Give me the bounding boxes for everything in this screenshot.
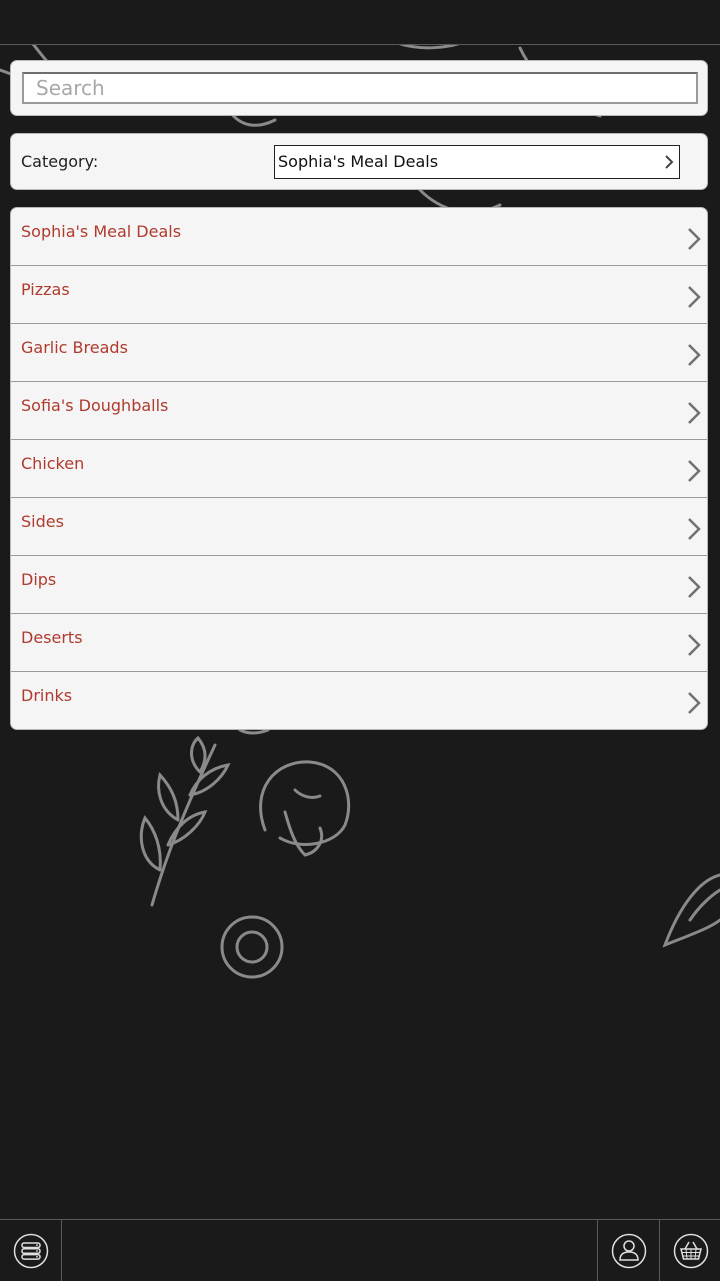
chevron-right-icon xyxy=(688,634,701,656)
basket-icon xyxy=(673,1233,708,1268)
list-item-label: Sophia's Meal Deals xyxy=(21,222,182,241)
chevron-right-icon xyxy=(665,155,674,169)
list-item-label: Dips xyxy=(21,570,57,589)
category-label: Category: xyxy=(21,152,99,171)
list-item-chicken[interactable]: Chicken xyxy=(11,440,707,498)
account-button[interactable] xyxy=(597,1220,659,1281)
list-item-drinks[interactable]: Drinks xyxy=(11,672,707,730)
list-item-label: Sofia's Doughballs xyxy=(21,396,169,415)
chevron-right-icon xyxy=(688,286,701,308)
chevron-right-icon xyxy=(688,518,701,540)
category-list: Sophia's Meal Deals Pizzas Garlic Breads… xyxy=(10,207,708,730)
category-panel: Category: Sophia's Meal Deals xyxy=(10,133,708,190)
list-icon xyxy=(13,1233,48,1268)
bottom-nav xyxy=(0,1219,720,1281)
search-panel xyxy=(10,60,708,116)
list-item-label: Deserts xyxy=(21,628,83,647)
list-item-garlic-breads[interactable]: Garlic Breads xyxy=(11,324,707,382)
list-item-sophias-meal-deals[interactable]: Sophia's Meal Deals xyxy=(11,208,707,266)
list-item-sides[interactable]: Sides xyxy=(11,498,707,556)
list-item-label: Sides xyxy=(21,512,64,531)
search-input[interactable] xyxy=(22,72,698,104)
list-item-label: Drinks xyxy=(21,686,73,705)
chevron-right-icon xyxy=(688,692,701,714)
basket-button[interactable] xyxy=(659,1220,720,1281)
user-icon xyxy=(611,1233,646,1268)
list-item-pizzas[interactable]: Pizzas xyxy=(11,266,707,324)
list-item-dips[interactable]: Dips xyxy=(11,556,707,614)
top-bar xyxy=(0,0,720,45)
list-item-label: Chicken xyxy=(21,454,85,473)
category-selected-value: Sophia's Meal Deals xyxy=(278,152,439,171)
list-item-sofias-doughballs[interactable]: Sofia's Doughballs xyxy=(11,382,707,440)
list-item-deserts[interactable]: Deserts xyxy=(11,614,707,672)
list-item-label: Garlic Breads xyxy=(21,338,128,357)
category-select[interactable]: Sophia's Meal Deals xyxy=(274,145,680,179)
list-item-label: Pizzas xyxy=(21,280,70,299)
chevron-right-icon xyxy=(688,402,701,424)
chevron-right-icon xyxy=(688,228,701,250)
chevron-right-icon xyxy=(688,344,701,366)
chevron-right-icon xyxy=(688,576,701,598)
chevron-right-icon xyxy=(688,460,701,482)
menu-button[interactable] xyxy=(0,1220,62,1281)
